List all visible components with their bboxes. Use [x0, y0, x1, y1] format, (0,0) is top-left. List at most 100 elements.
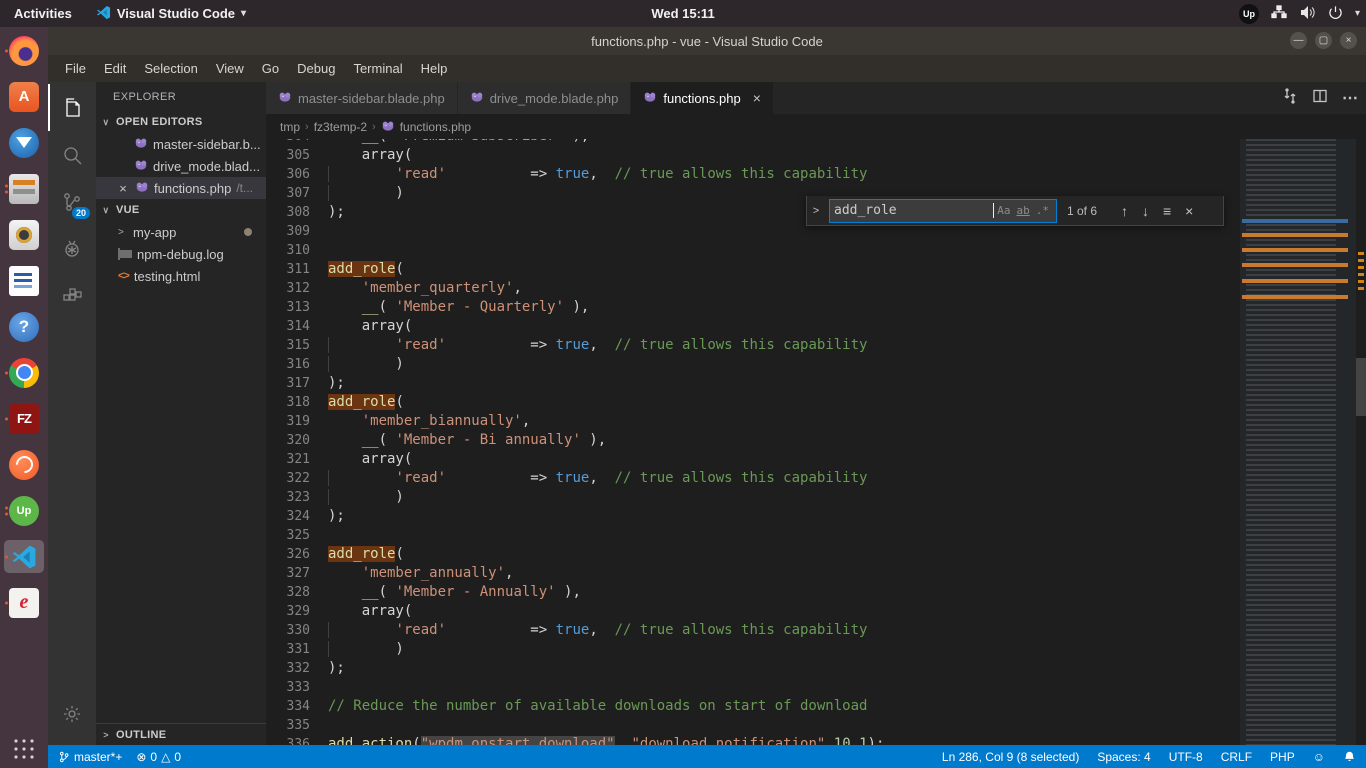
window-title-bar[interactable]: functions.php - vue - Visual Studio Code…: [48, 27, 1366, 55]
tree-item-my-app[interactable]: >my-app: [96, 221, 266, 243]
project-section-header[interactable]: ∨ VUE: [96, 199, 266, 221]
source-control-activity-icon[interactable]: 20: [48, 178, 96, 225]
dock-item-vscode[interactable]: [4, 540, 44, 573]
power-icon[interactable]: [1328, 5, 1343, 23]
code-line[interactable]: 314 array(: [266, 317, 1240, 336]
app-menu-button[interactable]: Visual Studio Code ▾: [86, 5, 256, 23]
indentation-indicator[interactable]: Spaces: 4: [1097, 750, 1150, 764]
code-line[interactable]: 304 __( 'Premium Subscriber' ),: [266, 139, 1240, 146]
code-line[interactable]: 327 'member_annually',: [266, 564, 1240, 583]
tab-drive-mode-blade-php[interactable]: drive_mode.blade.php: [458, 82, 632, 114]
more-actions-icon[interactable]: ⋯: [1342, 88, 1358, 108]
code-area[interactable]: 304 __( 'Premium Subscriber' ),305 array…: [266, 139, 1366, 745]
breadcrumb-segment[interactable]: fz3temp-2: [314, 120, 367, 134]
code-line[interactable]: 315 'read' => true, // true allows this …: [266, 336, 1240, 355]
language-indicator[interactable]: PHP: [1270, 750, 1295, 764]
maximize-button[interactable]: ▢: [1315, 32, 1332, 49]
open-editor-item[interactable]: ×functions.php/t...: [96, 177, 266, 199]
menu-item-file[interactable]: File: [56, 55, 95, 82]
tree-item-npm-debug-log[interactable]: npm-debug.log: [96, 243, 266, 265]
outline-section-header[interactable]: > OUTLINE: [96, 723, 266, 745]
code-line[interactable]: 335: [266, 716, 1240, 735]
code-line[interactable]: 312 'member_quarterly',: [266, 279, 1240, 298]
close-tab-icon[interactable]: ×: [753, 90, 761, 106]
cursor-position[interactable]: Ln 286, Col 9 (8 selected): [942, 750, 1079, 764]
find-in-selection-icon[interactable]: ≡: [1159, 203, 1175, 219]
dock-item-help[interactable]: ?: [4, 310, 44, 343]
tray-caret-down-icon[interactable]: ▾: [1355, 8, 1360, 19]
explorer-activity-icon[interactable]: [48, 84, 96, 131]
code-line[interactable]: 322 'read' => true, // true allows this …: [266, 469, 1240, 488]
open-changes-icon[interactable]: [1282, 88, 1298, 109]
show-applications-button[interactable]: [13, 738, 35, 760]
code-line[interactable]: 319 'member_biannually',: [266, 412, 1240, 431]
code-line[interactable]: 311add_role(: [266, 260, 1240, 279]
menu-item-edit[interactable]: Edit: [95, 55, 135, 82]
code-line[interactable]: 334// Reduce the number of available dow…: [266, 697, 1240, 716]
tree-item-testing-html[interactable]: <>testing.html: [96, 265, 266, 287]
menu-item-help[interactable]: Help: [412, 55, 457, 82]
dock-item-file-manager[interactable]: [4, 172, 44, 205]
dock-item-upwork[interactable]: Up: [4, 494, 44, 527]
code-line[interactable]: 305 array(: [266, 146, 1240, 165]
open-editor-item[interactable]: master-sidebar.b...: [96, 133, 266, 155]
settings-gear-icon[interactable]: [48, 690, 96, 737]
upwork-tray-icon[interactable]: Up: [1239, 4, 1259, 24]
code-line[interactable]: 317);: [266, 374, 1240, 393]
split-editor-icon[interactable]: [1312, 88, 1328, 109]
feedback-smiley-icon[interactable]: ☺: [1313, 750, 1325, 764]
menu-item-terminal[interactable]: Terminal: [344, 55, 411, 82]
menu-item-debug[interactable]: Debug: [288, 55, 344, 82]
code-line[interactable]: 328 __( 'Member - Annually' ),: [266, 583, 1240, 602]
scrollbar-thumb[interactable]: [1356, 358, 1366, 416]
breadcrumb-segment[interactable]: tmp: [280, 120, 300, 134]
dock-item-media-player[interactable]: [4, 218, 44, 251]
code-line[interactable]: 329 array(: [266, 602, 1240, 621]
dock-item-thunderbird[interactable]: [4, 126, 44, 159]
tab-master-sidebar-blade-php[interactable]: master-sidebar.blade.php: [266, 82, 458, 114]
code-line[interactable]: 332);: [266, 659, 1240, 678]
whole-word-icon[interactable]: ab: [1014, 204, 1033, 217]
code-line[interactable]: 310: [266, 241, 1240, 260]
toggle-replace-icon[interactable]: >: [809, 205, 823, 217]
code-line[interactable]: 326add_role(: [266, 545, 1240, 564]
code-line[interactable]: 313 __( 'Member - Quarterly' ),: [266, 298, 1240, 317]
dock-item-postman[interactable]: [4, 448, 44, 481]
minimap[interactable]: [1240, 139, 1356, 745]
tab-functions-php[interactable]: functions.php×: [631, 82, 774, 114]
open-editors-header[interactable]: ∨ OPEN EDITORS: [96, 111, 266, 133]
dock-item-ubuntu-software[interactable]: A: [4, 80, 44, 113]
next-match-icon[interactable]: ↓: [1138, 203, 1153, 219]
eol-indicator[interactable]: CRLF: [1221, 750, 1252, 764]
code-line[interactable]: 333: [266, 678, 1240, 697]
git-branch-indicator[interactable]: master*+: [58, 750, 122, 764]
dock-item-chrome[interactable]: [4, 356, 44, 389]
code-line[interactable]: 330 'read' => true, // true allows this …: [266, 621, 1240, 640]
volume-icon[interactable]: [1299, 5, 1316, 23]
code-line[interactable]: 336add_action("wpdm_onstart_download", "…: [266, 735, 1240, 745]
code-line[interactable]: 306 'read' => true, // true allows this …: [266, 165, 1240, 184]
clock[interactable]: Wed 15:11: [651, 6, 714, 21]
close-button[interactable]: ×: [1340, 32, 1357, 49]
code-line[interactable]: 324);: [266, 507, 1240, 526]
activities-button[interactable]: Activities: [0, 0, 86, 27]
code-line[interactable]: 318add_role(: [266, 393, 1240, 412]
menu-item-view[interactable]: View: [207, 55, 253, 82]
search-activity-icon[interactable]: [48, 131, 96, 178]
problems-indicator[interactable]: ⊗ 0 △ 0: [136, 750, 181, 764]
minimize-button[interactable]: —: [1290, 32, 1307, 49]
previous-match-icon[interactable]: ↑: [1117, 203, 1132, 219]
notifications-bell-icon[interactable]: [1343, 750, 1356, 764]
dock-item-firefox[interactable]: [4, 34, 44, 67]
match-case-icon[interactable]: Aa: [994, 204, 1013, 217]
debug-activity-icon[interactable]: [48, 225, 96, 272]
code-line[interactable]: 320 __( 'Member - Bi annually' ),: [266, 431, 1240, 450]
open-editor-item[interactable]: drive_mode.blad...: [96, 155, 266, 177]
code-line[interactable]: 321 array(: [266, 450, 1240, 469]
dock-item-filezilla[interactable]: FZ: [4, 402, 44, 435]
breadcrumb-segment[interactable]: functions.php: [400, 120, 471, 134]
code-line[interactable]: 323 ): [266, 488, 1240, 507]
encoding-indicator[interactable]: UTF-8: [1169, 750, 1203, 764]
network-icon[interactable]: [1271, 5, 1287, 22]
close-find-icon[interactable]: ×: [1181, 203, 1197, 219]
